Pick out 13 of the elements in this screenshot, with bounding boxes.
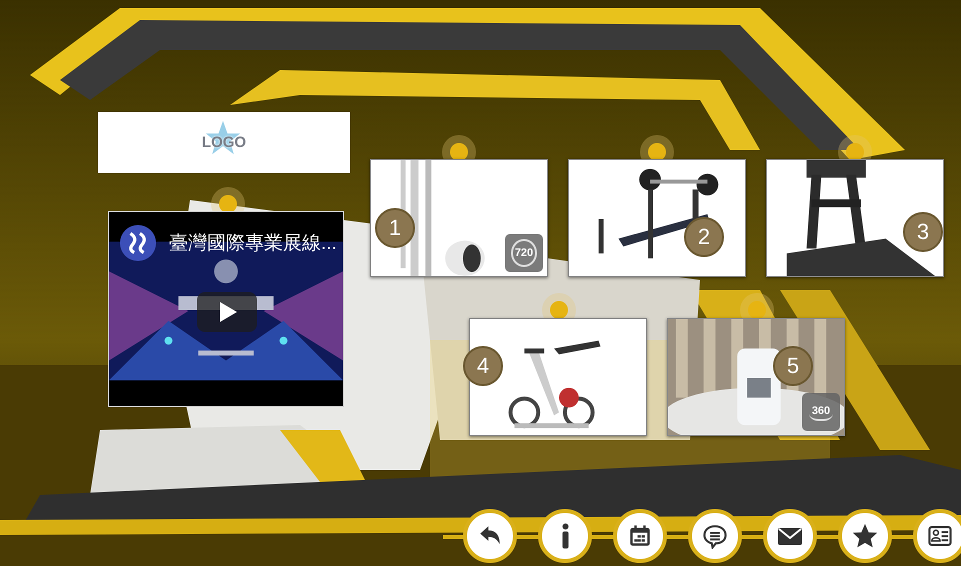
channel-logo-icon bbox=[119, 224, 157, 262]
info-icon bbox=[562, 523, 568, 549]
play-icon[interactable] bbox=[197, 292, 257, 332]
video-title: 臺灣國際專業展線... bbox=[169, 232, 337, 256]
contact-card-icon bbox=[927, 523, 953, 549]
view-label: 720 bbox=[510, 239, 538, 267]
view-label: 360 bbox=[808, 403, 834, 421]
view-badge[interactable]: 720 bbox=[505, 234, 543, 272]
star-icon bbox=[852, 523, 878, 549]
chat-icon bbox=[702, 523, 728, 549]
video-player[interactable]: 臺灣國際專業展線... bbox=[108, 211, 344, 407]
view-badge[interactable]: 360 bbox=[802, 393, 840, 431]
mail-icon bbox=[778, 528, 802, 544]
